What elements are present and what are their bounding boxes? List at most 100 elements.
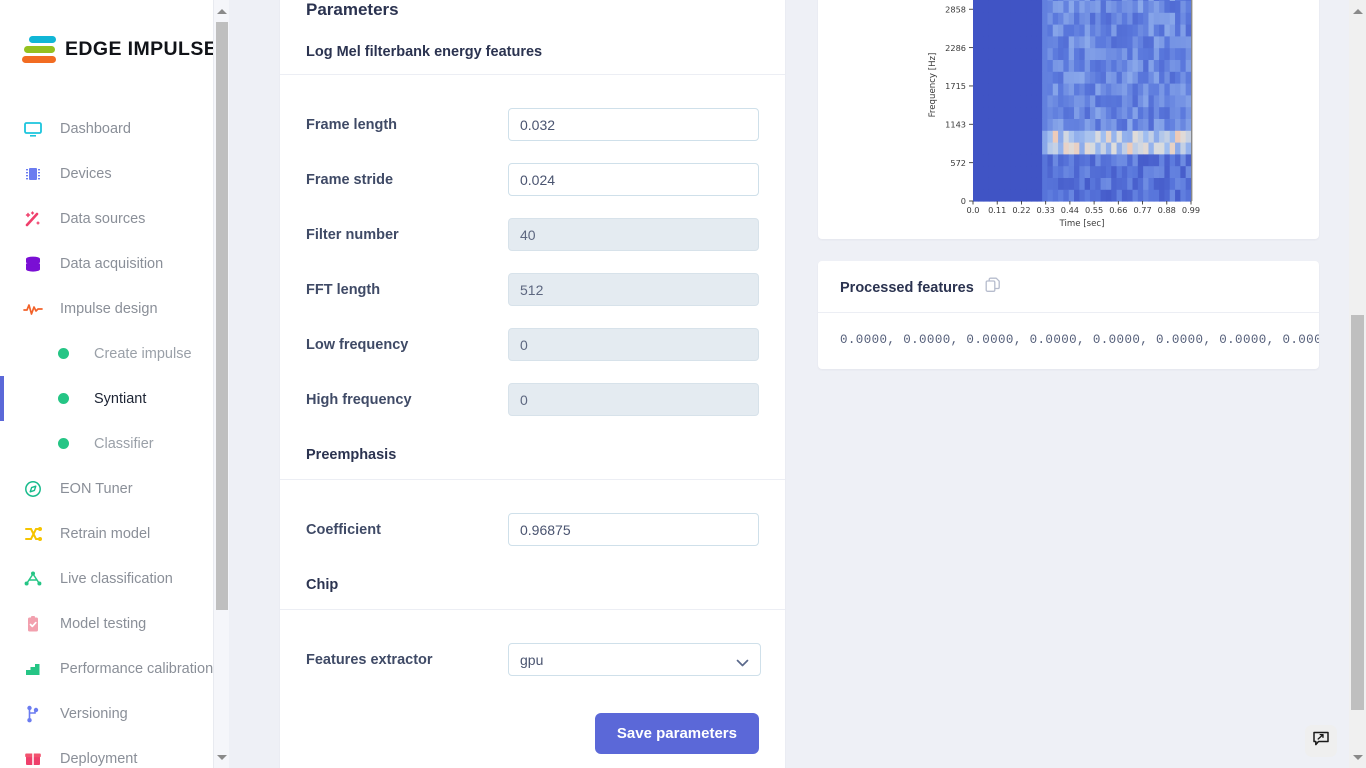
svg-text:0.11: 0.11 xyxy=(988,205,1006,215)
sidebar-item-label: Deployment xyxy=(60,750,138,767)
parameters-form: Frame length Frame stride Filter number … xyxy=(280,75,785,427)
sidebar-item-label: Devices xyxy=(60,165,112,182)
sidebar-scrollbar-thumb[interactable] xyxy=(216,22,228,610)
svg-text:2286: 2286 xyxy=(945,43,966,53)
field-label: Filter number xyxy=(306,226,399,243)
page-scroll-up-icon[interactable] xyxy=(1349,2,1366,20)
magic-wand-icon xyxy=(22,208,44,230)
sidebar-item-data-sources[interactable]: Data sources xyxy=(0,196,229,241)
sidebar-item-label: Dashboard xyxy=(60,120,131,137)
sidebar-nav: Dashboard Devices Data sources Data acqu… xyxy=(0,106,229,768)
spectrogram-chart: 0572114317152286285834290.00.110.220.330… xyxy=(818,0,1319,239)
sidebar-item-performance-calibration[interactable]: Performance calibration xyxy=(0,646,229,691)
svg-text:0.88: 0.88 xyxy=(1158,205,1176,215)
sidebar-item-deployment[interactable]: Deployment xyxy=(0,736,229,768)
sidebar-item-label: Impulse design xyxy=(60,300,158,317)
sidebar-item-label: Live classification xyxy=(60,570,173,587)
sidebar-item-syntiant[interactable]: Syntiant xyxy=(0,376,229,421)
feedback-button[interactable] xyxy=(1305,725,1337,757)
field-label: Frame length xyxy=(306,116,398,133)
processed-features-title: Processed features xyxy=(840,279,974,296)
green-dot-icon xyxy=(58,348,69,359)
clipboard-check-icon xyxy=(22,613,44,635)
edge-impulse-logo-icon xyxy=(22,35,56,63)
svg-text:0.0: 0.0 xyxy=(966,205,979,215)
coefficient-input[interactable] xyxy=(508,513,759,546)
field-label: Coefficient xyxy=(306,521,381,538)
page-scroll-down-icon[interactable] xyxy=(1349,748,1366,766)
features-extractor-select[interactable]: gpu xyxy=(508,643,761,676)
copy-icon[interactable] xyxy=(985,277,1001,298)
pulse-icon xyxy=(22,298,44,320)
processed-features-card: Processed features 0.0000, 0.0000, 0.000… xyxy=(818,261,1319,369)
database-icon xyxy=(22,253,44,275)
frame-stride-input[interactable] xyxy=(508,163,759,196)
sidebar: EDGE IMPULSE Dashboard Devices Data sour xyxy=(0,0,229,768)
green-dot-icon xyxy=(58,438,69,449)
sidebar-item-live-classification[interactable]: Live classification xyxy=(0,556,229,601)
sidebar-scroll-up-icon[interactable] xyxy=(214,2,229,20)
filter-number-input xyxy=(508,218,759,251)
shuffle-icon xyxy=(22,523,44,545)
spectrogram-card: 0572114317152286285834290.00.110.220.330… xyxy=(818,0,1319,239)
sidebar-item-eon-tuner[interactable]: EON Tuner xyxy=(0,466,229,511)
field-row-filter-number: Filter number xyxy=(306,207,759,262)
svg-text:Frequency [Hz]: Frequency [Hz] xyxy=(928,53,938,118)
compass-icon xyxy=(22,478,44,500)
parameters-card-header: Parameters Log Mel filterbank energy fea… xyxy=(280,0,785,74)
sidebar-item-label: Data acquisition xyxy=(60,255,164,272)
sidebar-item-classifier[interactable]: Classifier xyxy=(0,421,229,466)
field-row-fft-length: FFT length xyxy=(306,262,759,317)
svg-text:0.99: 0.99 xyxy=(1182,205,1200,215)
sidebar-item-dashboard[interactable]: Dashboard xyxy=(0,106,229,151)
field-row-low-frequency: Low frequency xyxy=(306,317,759,372)
field-label: Features extractor xyxy=(306,651,433,668)
processed-features-values: 0.0000, 0.0000, 0.0000, 0.0000, 0.0000, … xyxy=(840,333,1319,347)
svg-text:1143: 1143 xyxy=(945,120,966,130)
page-scrollbar-thumb[interactable] xyxy=(1351,315,1364,710)
save-parameters-button[interactable]: Save parameters xyxy=(594,713,759,754)
sidebar-item-devices[interactable]: Devices xyxy=(0,151,229,196)
sidebar-item-create-impulse[interactable]: Create impulse xyxy=(0,331,229,376)
sidebar-item-label: EON Tuner xyxy=(60,480,133,497)
sidebar-item-label: Model testing xyxy=(60,615,147,632)
svg-text:0.22: 0.22 xyxy=(1012,205,1030,215)
main-content: Parameters Log Mel filterbank energy fea… xyxy=(229,0,1366,768)
field-label: Low frequency xyxy=(306,336,409,353)
sidebar-item-label: Retrain model xyxy=(60,525,151,542)
preemphasis-heading: Preemphasis xyxy=(306,447,397,463)
chip-icon xyxy=(22,163,44,185)
page-scrollbar[interactable] xyxy=(1349,0,1366,768)
sidebar-item-label: Create impulse xyxy=(94,345,192,362)
svg-text:2858: 2858 xyxy=(945,4,966,14)
field-row-features-extractor: Features extractor gpu xyxy=(306,632,761,687)
sidebar-item-label: Data sources xyxy=(60,210,146,227)
sidebar-item-retrain-model[interactable]: Retrain model xyxy=(0,511,229,556)
feedback-bubble-icon xyxy=(1312,730,1330,753)
chip-form: Features extractor gpu xyxy=(280,610,785,687)
box-icon xyxy=(22,748,44,768)
field-row-frame-length: Frame length xyxy=(306,97,759,152)
field-row-high-frequency: High frequency xyxy=(306,372,759,427)
sidebar-item-data-acquisition[interactable]: Data acquisition xyxy=(0,241,229,286)
sidebar-scrollbar[interactable] xyxy=(213,0,229,768)
green-dot-icon xyxy=(58,393,69,404)
sidebar-item-versioning[interactable]: Versioning xyxy=(0,691,229,736)
svg-text:0.44: 0.44 xyxy=(1061,205,1079,215)
brand-logo[interactable]: EDGE IMPULSE xyxy=(0,0,229,70)
sidebar-scroll-down-icon[interactable] xyxy=(214,748,229,766)
svg-text:1715: 1715 xyxy=(945,81,966,91)
field-label: Frame stride xyxy=(306,171,394,188)
field-row-coefficient: Coefficient xyxy=(306,502,759,557)
sidebar-item-label: Syntiant xyxy=(94,390,147,407)
svg-text:0: 0 xyxy=(961,196,966,206)
sidebar-item-impulse-design[interactable]: Impulse design xyxy=(0,286,229,331)
brand-name: EDGE IMPULSE xyxy=(65,37,218,60)
parameters-card: Parameters Log Mel filterbank energy fea… xyxy=(280,0,785,768)
frame-length-input[interactable] xyxy=(508,108,759,141)
sidebar-item-label: Performance calibration xyxy=(60,660,214,677)
sidebar-item-model-testing[interactable]: Model testing xyxy=(0,601,229,646)
svg-text:0.66: 0.66 xyxy=(1109,205,1127,215)
fft-length-input xyxy=(508,273,759,306)
sidebar-item-label: Versioning xyxy=(60,705,128,722)
